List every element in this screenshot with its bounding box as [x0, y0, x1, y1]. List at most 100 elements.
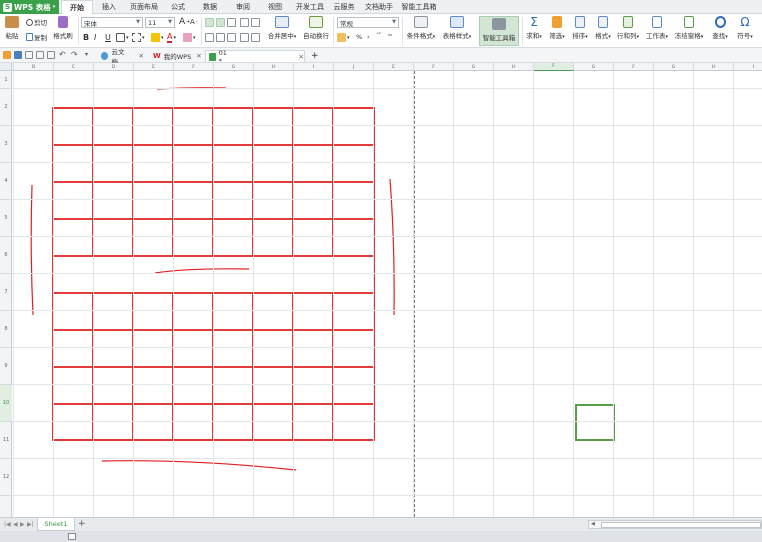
column-header[interactable]: I: [734, 63, 762, 71]
format-painter-button[interactable]: 格式刷: [52, 16, 74, 40]
column-header[interactable]: J: [334, 63, 374, 71]
add-sheet-icon[interactable]: +: [78, 519, 86, 529]
first-sheet-icon[interactable]: |◀: [4, 521, 11, 528]
next-sheet-icon[interactable]: ▶: [20, 521, 25, 528]
increase-decimal-button[interactable]: ⁺⁰: [376, 32, 381, 38]
row-header[interactable]: 12: [0, 459, 12, 496]
tab-review[interactable]: 审阅: [231, 0, 255, 14]
save-icon[interactable]: [14, 51, 22, 59]
row-header[interactable]: 8: [0, 311, 12, 348]
fill-color-button[interactable]: ▾: [151, 33, 164, 42]
last-sheet-icon[interactable]: ▶|: [27, 521, 34, 528]
number-format-select[interactable]: 常规 ▼: [337, 17, 399, 28]
column-header[interactable]: F: [414, 63, 454, 71]
percent-button[interactable]: %: [356, 33, 362, 41]
tab-view[interactable]: 视图: [263, 0, 287, 14]
row-header[interactable]: 1: [0, 71, 12, 89]
chevron-down-icon[interactable]: ▾: [85, 51, 93, 59]
horizontal-scrollbar[interactable]: ◀: [588, 520, 762, 529]
tab-home[interactable]: 开始: [61, 0, 93, 14]
row-header[interactable]: 3: [0, 126, 12, 163]
open-folder-icon[interactable]: [3, 51, 11, 59]
italic-button[interactable]: I: [94, 33, 96, 42]
format-button[interactable]: 格式▾: [593, 16, 613, 40]
worksheet-button[interactable]: 工作表▾: [645, 16, 669, 40]
font-color-button[interactable]: A ▾: [167, 32, 176, 43]
sheet-tab-sheet1[interactable]: Sheet1: [37, 518, 75, 531]
row-header[interactable]: 9: [0, 348, 12, 385]
freeze-panes-button[interactable]: 冻结窗格▾: [673, 16, 705, 40]
copy-button[interactable]: 复制: [26, 32, 47, 42]
doc-tab-active[interactable]: 01 * ✕: [205, 49, 305, 65]
column-header[interactable]: F: [174, 63, 214, 71]
page-view-icon[interactable]: [68, 533, 76, 540]
select-all-corner[interactable]: [0, 63, 12, 71]
row-header[interactable]: 4: [0, 163, 12, 200]
indent-icon[interactable]: [240, 18, 249, 27]
column-header[interactable]: F: [614, 63, 654, 71]
column-header[interactable]: B: [14, 63, 54, 71]
row-header[interactable]: 7: [0, 274, 12, 311]
close-icon[interactable]: ✕: [299, 53, 304, 61]
row-header[interactable]: 6: [0, 237, 12, 274]
paste-button[interactable]: 粘贴: [3, 16, 21, 40]
column-header[interactable]: G: [214, 63, 254, 71]
column-header[interactable]: H: [254, 63, 294, 71]
comma-button[interactable]: ›: [367, 33, 370, 41]
column-header[interactable]: H: [694, 63, 734, 71]
scrollbar-thumb[interactable]: [601, 522, 761, 528]
column-header[interactable]: G: [454, 63, 494, 71]
decrease-decimal-button[interactable]: ₀₀: [388, 32, 392, 38]
column-header[interactable]: G: [574, 63, 614, 71]
cell-style-button[interactable]: ▾: [132, 33, 145, 42]
column-header[interactable]: F: [534, 63, 574, 71]
active-cell-selection[interactable]: [575, 404, 615, 441]
cell-grid[interactable]: [12, 71, 762, 517]
cut-button[interactable]: 剪切: [26, 17, 47, 27]
outdent-icon[interactable]: [251, 18, 260, 27]
conditional-format-button[interactable]: 条件格式▾: [404, 16, 438, 40]
column-header[interactable]: I: [294, 63, 334, 71]
redo-icon[interactable]: ↷: [71, 51, 79, 59]
justify-icon[interactable]: [240, 33, 249, 42]
bold-button[interactable]: B: [83, 33, 89, 42]
export-pdf-icon[interactable]: [36, 51, 44, 59]
filter-button[interactable]: 筛选▾: [547, 16, 567, 40]
underline-button[interactable]: U: [105, 33, 111, 42]
align-left-icon[interactable]: [205, 33, 214, 42]
grow-font-button[interactable]: A +: [179, 17, 190, 27]
tab-formulas[interactable]: 公式: [166, 0, 190, 14]
sum-button[interactable]: Σ 求和▾: [525, 16, 543, 40]
prev-sheet-icon[interactable]: ◀: [13, 521, 18, 528]
column-header[interactable]: E: [134, 63, 174, 71]
row-header[interactable]: 5: [0, 200, 12, 237]
align-middle-icon[interactable]: [216, 18, 225, 27]
tab-developer[interactable]: 开发工具: [292, 0, 328, 14]
row-header[interactable]: 10: [0, 385, 12, 422]
align-right-icon[interactable]: [227, 33, 236, 42]
close-icon[interactable]: ✕: [139, 52, 144, 60]
align-center-icon[interactable]: [216, 33, 225, 42]
clear-format-button[interactable]: ▾: [183, 33, 196, 42]
undo-icon[interactable]: ↶: [59, 51, 67, 59]
app-menu-button[interactable]: S WPS 表格 ▾: [0, 0, 59, 14]
merge-center-button[interactable]: 合并居中▾: [265, 16, 299, 40]
shrink-font-button[interactable]: A-: [190, 18, 198, 26]
column-header[interactable]: E: [374, 63, 414, 71]
wrap-text-button[interactable]: 自动换行: [302, 16, 330, 40]
find-button[interactable]: 查找▾: [709, 16, 731, 40]
row-column-button[interactable]: 行和列▾: [616, 16, 640, 40]
doc-tab-mywps[interactable]: W 我的WPS ✕: [150, 50, 202, 62]
borders-button[interactable]: ▾: [116, 33, 129, 42]
font-name-select[interactable]: 宋体 ▼: [81, 17, 143, 28]
tab-doc-assistant[interactable]: 文档助手: [362, 0, 396, 14]
tab-page-layout[interactable]: 页面布局: [126, 0, 162, 14]
row-header[interactable]: 2: [0, 89, 12, 126]
close-icon[interactable]: ✕: [196, 52, 201, 60]
font-size-select[interactable]: 11 ▼: [145, 17, 175, 28]
symbol-button[interactable]: Ω 符号▾: [734, 16, 756, 40]
tab-insert[interactable]: 插入: [97, 0, 121, 14]
new-tab-button[interactable]: +: [308, 50, 319, 62]
row-header[interactable]: 11: [0, 422, 12, 459]
scroll-left-icon[interactable]: ◀: [591, 521, 595, 527]
